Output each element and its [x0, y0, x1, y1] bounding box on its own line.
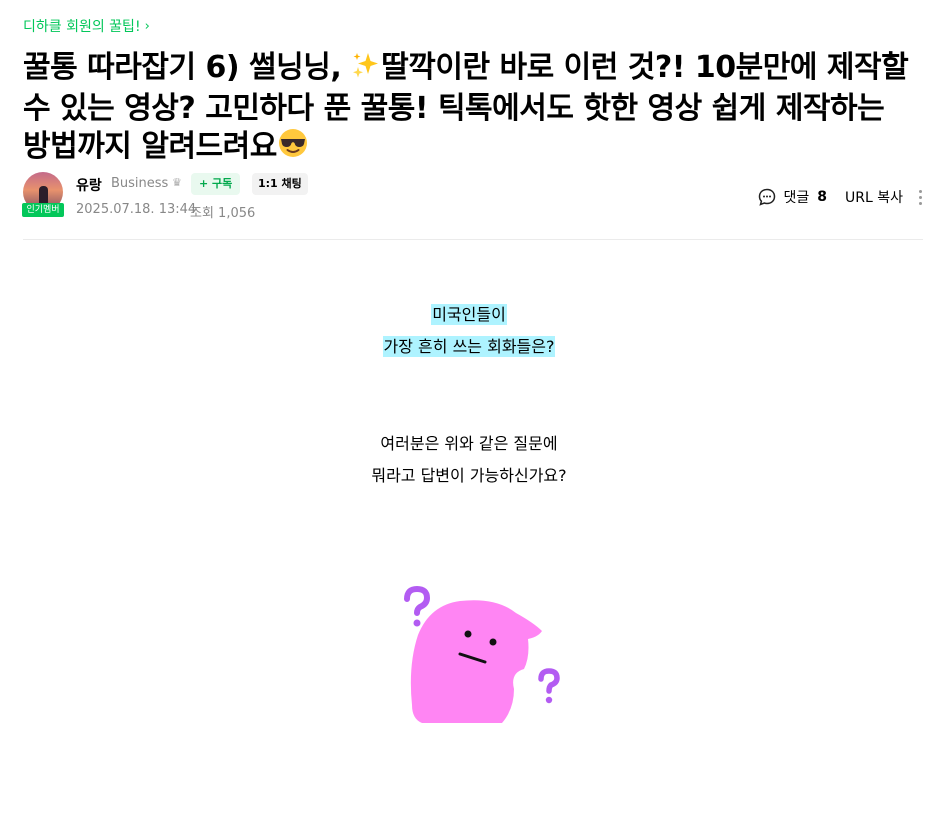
url-copy-button[interactable]: URL 복사 — [845, 187, 903, 207]
subscribe-button[interactable]: + 구독 — [191, 173, 241, 195]
content-answer-line1: 여러분은 위와 같은 질문에 — [380, 434, 558, 453]
post-tools: 댓글 8 URL 복사 — [757, 186, 923, 208]
sparkles-emoji-icon — [351, 50, 381, 90]
post-title: 꿀통 따라잡기 6) 썰닝닝, 딸깍이란 바로 이런 것?! 10분만에 제작할… — [23, 49, 923, 169]
question-mark-icon — [404, 585, 431, 616]
comment-button[interactable]: 댓글 8 — [757, 187, 827, 207]
header-divider — [23, 239, 923, 240]
content-question-line1: 미국인들이 — [0, 301, 938, 325]
chat-button[interactable]: 1:1 채팅 — [252, 173, 308, 195]
content-question-line2: 가장 흔히 쓰는 회화들은? — [0, 333, 938, 357]
author-name[interactable]: 유랑 — [76, 175, 102, 195]
highlighted-text: 가장 흔히 쓰는 회화들은? — [382, 336, 556, 357]
comment-count: 8 — [817, 189, 827, 205]
content-answer-line2: 뭐라고 답변이 가능하신가요? — [371, 466, 567, 485]
post-date: 2025.07.18. 13:44 — [76, 202, 197, 217]
question-mark-icon — [538, 668, 560, 694]
sunglasses-face-icon — [277, 127, 309, 169]
comment-label: 댓글 — [783, 190, 810, 206]
more-options-icon[interactable] — [917, 189, 923, 205]
author-row: 인기멤버 유랑 Business ♛ + 구독 1:1 채팅 2025.07.1… — [22, 172, 923, 222]
title-text-part1: 꿀통 따라잡기 6) 썰닝닝, — [23, 50, 352, 85]
category-label: 디하클 회원의 꿀팁! — [23, 19, 141, 35]
view-count: 조회 1,056 — [190, 206, 256, 221]
popular-member-badge: 인기멤버 — [22, 203, 64, 217]
highlighted-text: 미국인들이 — [431, 304, 507, 325]
comment-bubble-icon — [759, 188, 776, 206]
crown-icon: ♛ — [172, 176, 182, 189]
category-link[interactable]: 디하클 회원의 꿀팁! › — [23, 16, 150, 36]
confused-character-illustration — [404, 585, 560, 723]
author-grade: Business — [111, 176, 169, 191]
chevron-right-icon: › — [144, 18, 150, 34]
character-body — [410, 600, 542, 723]
